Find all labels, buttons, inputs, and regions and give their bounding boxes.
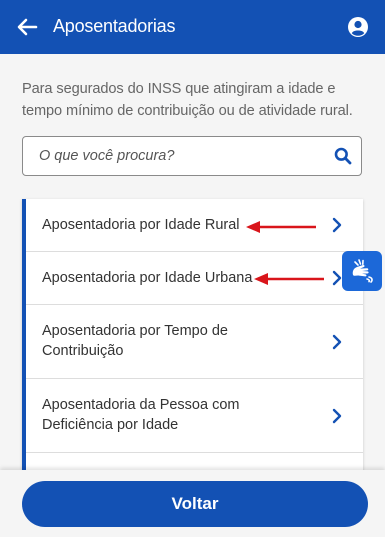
list-item-label: Aposentadoria da Pessoa com Deficiência … <box>42 397 240 433</box>
chevron-right-icon <box>332 334 342 350</box>
chevron-right-icon <box>332 408 342 424</box>
chevron-right-icon <box>332 217 342 233</box>
back-button[interactable] <box>13 13 41 41</box>
account-button[interactable] <box>344 13 372 41</box>
list-item-pessoa-deficiencia-idade[interactable]: Aposentadoria da Pessoa com Deficiência … <box>26 379 363 453</box>
annotation-arrow-1 <box>246 221 316 233</box>
list-item-tempo-contribuicao[interactable]: Aposentadoria por Tempo de Contribuição <box>26 305 363 379</box>
search-box <box>22 136 362 176</box>
aposentadorias-list: Aposentadoria por Idade Rural Aposentado… <box>22 199 363 477</box>
arrow-left-icon <box>17 18 38 36</box>
list-item-label: Aposentadoria por Tempo de Contribuição <box>42 323 228 359</box>
voltar-button[interactable]: Voltar <box>22 481 368 527</box>
user-circle-icon <box>348 17 368 37</box>
list-item-label: Aposentadoria por Idade Urbana <box>42 270 253 286</box>
intro-text: Para segurados do INSS que atingiram a i… <box>22 81 353 119</box>
footer: Voltar <box>0 470 385 537</box>
search-input[interactable] <box>23 137 323 175</box>
search-icon[interactable] <box>334 147 352 165</box>
sign-language-icon <box>352 259 373 283</box>
annotation-arrow-2 <box>254 273 324 285</box>
accessibility-button[interactable] <box>342 251 382 291</box>
app-bar: Aposentadorias <box>0 0 385 54</box>
page-title: Aposentadorias <box>53 16 176 36</box>
